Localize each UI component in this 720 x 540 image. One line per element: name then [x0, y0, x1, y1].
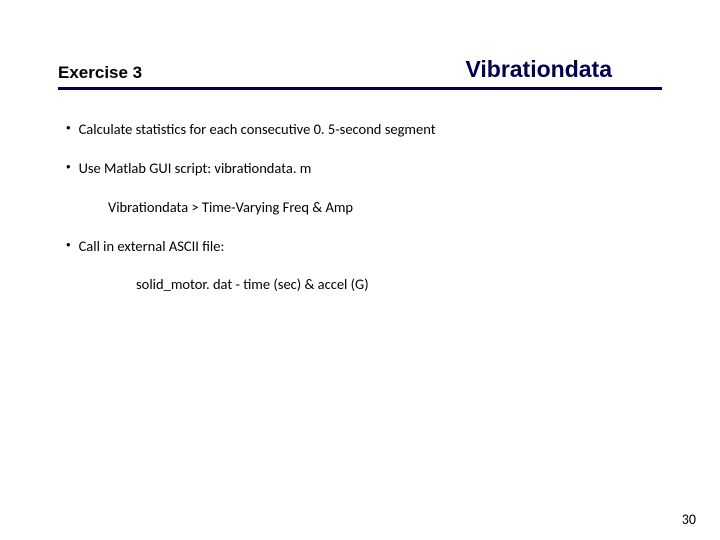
bullet-text-2: Use Matlab GUI script: vibrationdata. m: [79, 159, 312, 178]
bullet-marker: •: [66, 120, 71, 137]
bullet-item-3: • Call in external ASCII file:: [58, 237, 662, 256]
bullet-text-1: Calculate statistics for each consecutiv…: [79, 120, 436, 139]
slide-header: Exercise 3 Vibrationdata: [58, 56, 662, 90]
bullet-item-1: • Calculate statistics for each consecut…: [58, 120, 662, 139]
slide-container: Exercise 3 Vibrationdata • Calculate sta…: [0, 0, 720, 540]
header-title-left: Exercise 3: [58, 63, 142, 83]
bullet-3-sub: solid_motor. dat - time (sec) & accel (G…: [136, 275, 662, 294]
bullet-marker: •: [66, 237, 71, 254]
header-title-right: Vibrationdata: [465, 56, 662, 83]
bullet-text-3: Call in external ASCII file:: [79, 237, 225, 256]
page-number: 30: [682, 511, 696, 528]
bullet-item-2: • Use Matlab GUI script: vibrationdata. …: [58, 159, 662, 178]
bullet-marker: •: [66, 159, 71, 176]
slide-content: • Calculate statistics for each consecut…: [58, 120, 662, 294]
bullet-2-sub: Vibrationdata > Time-Varying Freq & Amp: [108, 198, 662, 217]
